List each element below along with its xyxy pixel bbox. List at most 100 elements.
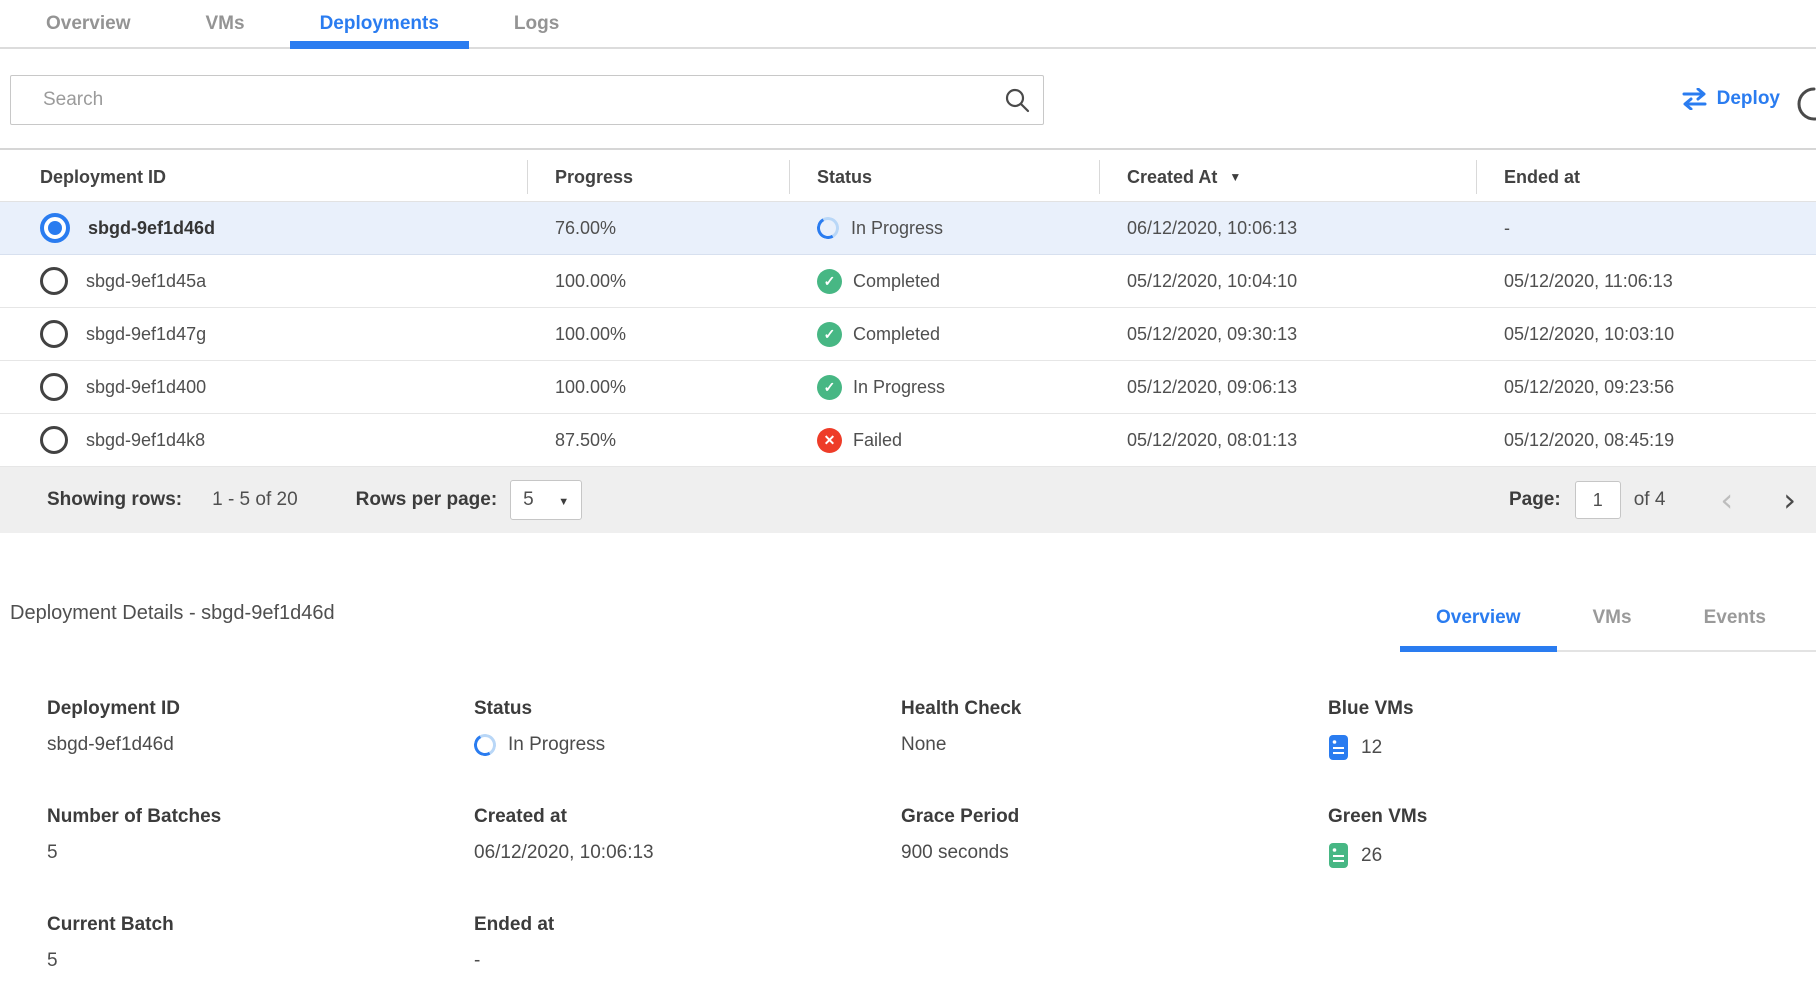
created-at-cell: 05/12/2020, 09:06:13 <box>1099 377 1476 398</box>
status-text: Completed <box>853 324 940 345</box>
column-header-deployment-id: Deployment ID <box>0 150 527 204</box>
tab-logs[interactable]: Logs <box>484 0 589 47</box>
created-at-cell: 05/12/2020, 08:01:13 <box>1099 430 1476 451</box>
table-row[interactable]: sbgd-9ef1d45a 100.00% Completed 05/12/20… <box>0 255 1816 308</box>
deployment-details-header: Deployment Details - sbgd-9ef1d46d Overv… <box>0 590 1816 652</box>
deployment-id-cell: sbgd-9ef1d4k8 <box>0 426 527 454</box>
ended-at-cell: 05/12/2020, 10:03:10 <box>1476 324 1816 345</box>
page-label: Page: <box>1509 489 1561 511</box>
deployment-id-text: sbgd-9ef1d45a <box>86 271 206 292</box>
field-label: Current Batch <box>47 914 474 936</box>
deploy-button[interactable]: Deploy <box>1681 88 1780 110</box>
column-header-created-at[interactable]: Created At <box>1099 150 1476 204</box>
column-header-status: Status <box>789 150 1099 204</box>
field-value: 5 <box>47 950 474 972</box>
row-radio[interactable] <box>40 426 68 454</box>
status-cell: Completed <box>789 269 1099 294</box>
ended-at-cell: 05/12/2020, 09:23:56 <box>1476 377 1816 398</box>
in-progress-spinner-icon <box>815 215 842 242</box>
deployment-id-cell: sbgd-9ef1d47g <box>0 320 527 348</box>
status-cell: In Progress <box>789 217 1099 239</box>
deploy-swap-icon <box>1681 88 1708 110</box>
field-created-at: Created at 06/12/2020, 10:06:13 <box>474 806 901 914</box>
field-value: None <box>901 734 1328 756</box>
row-radio-selected[interactable] <box>40 213 70 243</box>
field-label: Deployment ID <box>47 698 474 720</box>
details-tab-vms[interactable]: VMs <box>1557 590 1668 650</box>
blue-vm-icon <box>1328 734 1349 761</box>
row-radio[interactable] <box>40 373 68 401</box>
field-value: 900 seconds <box>901 842 1328 864</box>
field-label: Number of Batches <box>47 806 474 828</box>
page-number-input[interactable] <box>1575 481 1621 519</box>
details-overview-grid: Deployment ID sbgd-9ef1d46d Status In Pr… <box>47 698 1816 992</box>
tab-vms[interactable]: VMs <box>176 0 275 47</box>
ended-at-cell: - <box>1476 218 1816 239</box>
completed-check-icon <box>817 269 842 294</box>
field-value: In Progress <box>508 734 605 756</box>
search-input[interactable] <box>10 75 1044 125</box>
field-blue-vms: Blue VMs 12 <box>1328 698 1816 806</box>
deployments-table: Deployment ID Progress Status Created At… <box>0 148 1816 533</box>
ended-at-cell: 05/12/2020, 11:06:13 <box>1476 271 1816 292</box>
field-value: 5 <box>47 842 474 864</box>
deployment-id-text: sbgd-9ef1d4k8 <box>86 430 205 451</box>
field-label: Green VMs <box>1328 806 1816 828</box>
status-text: Completed <box>853 271 940 292</box>
table-footer: Showing rows: 1 - 5 of 20 Rows per page:… <box>0 467 1816 533</box>
deployment-id-cell: sbgd-9ef1d46d <box>0 213 527 243</box>
details-tab-overview[interactable]: Overview <box>1400 590 1557 650</box>
column-header-progress: Progress <box>527 150 789 204</box>
column-header-ended-at: Ended at <box>1476 150 1816 204</box>
rows-per-page-value: 5 <box>523 489 534 511</box>
rows-per-page-select[interactable]: 5 <box>510 480 582 520</box>
next-page-icon[interactable] <box>1783 484 1796 516</box>
deployment-id-text: sbgd-9ef1d400 <box>86 377 206 398</box>
field-green-vms: Green VMs 26 <box>1328 806 1816 914</box>
field-value: 06/12/2020, 10:06:13 <box>474 842 901 864</box>
table-row[interactable]: sbgd-9ef1d400 100.00% In Progress 05/12/… <box>0 361 1816 414</box>
field-value: 12 <box>1361 737 1382 759</box>
details-tab-events[interactable]: Events <box>1668 590 1802 650</box>
created-at-cell: 05/12/2020, 09:30:13 <box>1099 324 1476 345</box>
showing-rows-value: 1 - 5 of 20 <box>212 489 298 511</box>
field-value: - <box>474 950 901 972</box>
deployment-id-text: sbgd-9ef1d47g <box>86 324 206 345</box>
rows-per-page-label: Rows per page: <box>356 489 497 511</box>
field-value: sbgd-9ef1d46d <box>47 734 474 756</box>
deployment-id-cell: sbgd-9ef1d400 <box>0 373 527 401</box>
status-cell: In Progress <box>789 375 1099 400</box>
status-text: In Progress <box>851 218 943 239</box>
deploy-button-label: Deploy <box>1717 88 1780 110</box>
tab-overview[interactable]: Overview <box>16 0 161 47</box>
progress-cell: 76.00% <box>527 218 789 239</box>
deployment-details-title: Deployment Details - sbgd-9ef1d46d <box>10 602 335 625</box>
row-radio[interactable] <box>40 267 68 295</box>
field-health-check: Health Check None <box>901 698 1328 806</box>
deployments-page: Overview VMs Deployments Logs Deploy Dep… <box>0 0 1816 992</box>
table-row[interactable]: sbgd-9ef1d4k8 87.50% Failed 05/12/2020, … <box>0 414 1816 467</box>
chevron-down-icon <box>558 489 569 511</box>
field-label: Grace Period <box>901 806 1328 828</box>
field-label: Health Check <box>901 698 1328 720</box>
row-radio[interactable] <box>40 320 68 348</box>
field-status: Status In Progress <box>474 698 901 806</box>
ended-at-cell: 05/12/2020, 08:45:19 <box>1476 430 1816 451</box>
refresh-icon[interactable] <box>1796 86 1816 122</box>
table-row[interactable]: sbgd-9ef1d46d 76.00% In Progress 06/12/2… <box>0 202 1816 255</box>
field-current-batch: Current Batch 5 <box>47 914 474 992</box>
previous-page-icon[interactable] <box>1720 484 1733 516</box>
progress-cell: 100.00% <box>527 377 789 398</box>
completed-check-icon <box>817 375 842 400</box>
field-label: Created at <box>474 806 901 828</box>
progress-cell: 100.00% <box>527 271 789 292</box>
table-row[interactable]: sbgd-9ef1d47g 100.00% Completed 05/12/20… <box>0 308 1816 361</box>
field-ended-at: Ended at - <box>474 914 901 992</box>
tab-deployments[interactable]: Deployments <box>290 0 469 47</box>
status-text: In Progress <box>853 377 945 398</box>
progress-cell: 87.50% <box>527 430 789 451</box>
pagination: Page: of 4 <box>1509 481 1796 519</box>
in-progress-spinner-icon <box>472 732 499 759</box>
field-label: Blue VMs <box>1328 698 1816 720</box>
table-header-row: Deployment ID Progress Status Created At… <box>0 148 1816 202</box>
